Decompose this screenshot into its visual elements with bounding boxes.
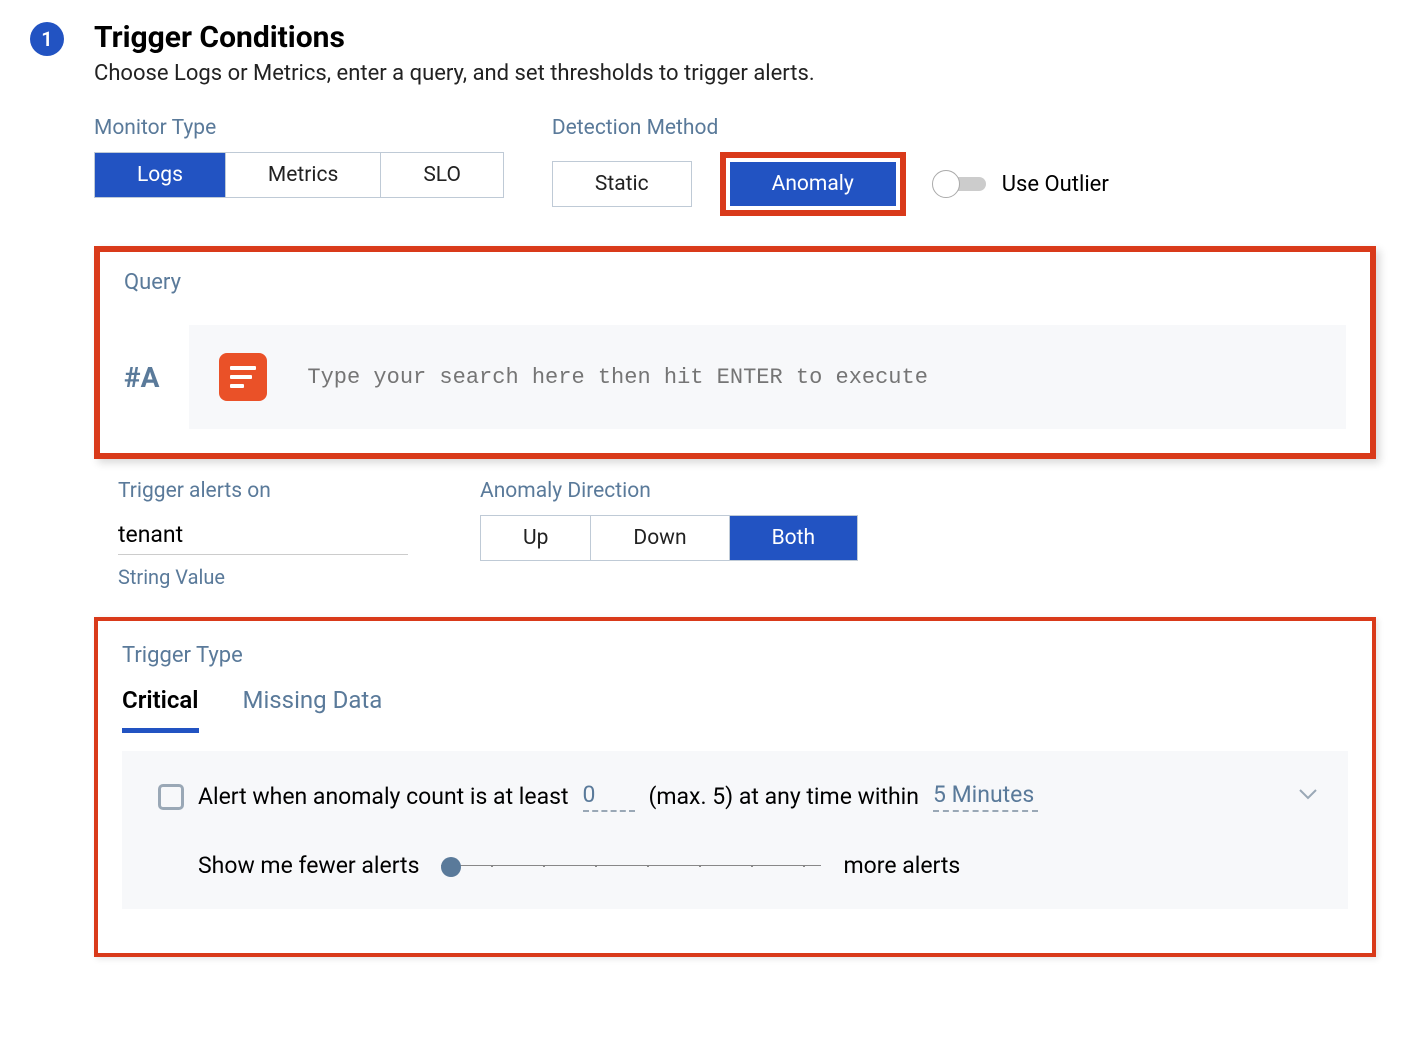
anomaly-count-input[interactable] [583, 781, 635, 812]
toggle-switch-icon[interactable] [934, 177, 986, 191]
trigger-on-hint: String Value [118, 565, 408, 589]
monitor-type-label: Monitor Type [94, 116, 504, 140]
direction-down[interactable]: Down [591, 516, 729, 560]
alert-checkbox[interactable] [158, 784, 184, 810]
anomaly-direction-label: Anomaly Direction [480, 479, 858, 503]
alert-text-2: (max. 5) at any time within [649, 783, 919, 810]
alert-text-1: Alert when anomaly count is at least [198, 783, 569, 810]
alert-panel: Alert when anomaly count is at least (ma… [122, 751, 1348, 909]
query-list-icon [219, 353, 267, 401]
monitor-type-logs[interactable]: Logs [95, 153, 226, 197]
tab-missing-data[interactable]: Missing Data [243, 686, 383, 733]
direction-both[interactable]: Both [730, 516, 858, 560]
slider-left-label: Show me fewer alerts [198, 852, 419, 879]
slider-right-label: more alerts [843, 852, 960, 879]
step-number-badge: 1 [30, 22, 64, 56]
trigger-type-section: Trigger Type Critical Missing Data Alert… [94, 617, 1376, 957]
detection-static[interactable]: Static [553, 162, 691, 206]
query-input[interactable] [307, 365, 1316, 390]
section-subtitle: Choose Logs or Metrics, enter a query, a… [94, 61, 1376, 86]
direction-up[interactable]: Up [481, 516, 591, 560]
monitor-type-slo[interactable]: SLO [381, 153, 503, 197]
anomaly-highlight: Anomaly [720, 152, 906, 216]
section-title: Trigger Conditions [94, 20, 1376, 55]
use-outlier-label: Use Outlier [1002, 172, 1109, 197]
slider-thumb[interactable] [441, 857, 461, 877]
trigger-on-input[interactable] [118, 515, 408, 555]
monitor-type-metrics[interactable]: Metrics [226, 153, 381, 197]
sensitivity-slider[interactable] [441, 865, 821, 867]
use-outlier-toggle[interactable]: Use Outlier [934, 172, 1109, 197]
anomaly-direction-group: Anomaly Direction Up Down Both [480, 479, 858, 589]
trigger-on-label: Trigger alerts on [118, 479, 408, 503]
trigger-on-group: Trigger alerts on String Value [118, 479, 408, 589]
detection-method-label: Detection Method [552, 116, 1109, 140]
monitor-type-group: Monitor Type Logs Metrics SLO [94, 116, 504, 198]
collapse-icon[interactable] [1298, 785, 1318, 804]
query-id: #A [124, 361, 159, 394]
detection-anomaly[interactable]: Anomaly [730, 162, 896, 206]
query-label: Query [124, 270, 1346, 295]
tab-critical[interactable]: Critical [122, 686, 199, 733]
time-window-select[interactable]: 5 Minutes [933, 781, 1038, 812]
detection-method-group: Detection Method Static Anomaly Use Outl… [552, 116, 1109, 216]
query-section: Query #A [94, 246, 1376, 459]
trigger-type-label: Trigger Type [122, 643, 1348, 668]
